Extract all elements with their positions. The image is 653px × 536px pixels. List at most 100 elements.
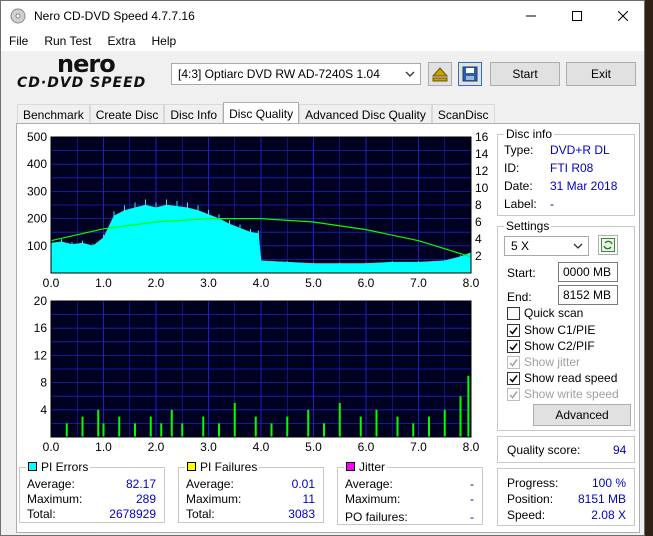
y2-tick-label: 2 xyxy=(475,249,482,263)
quality-score-value: 94 xyxy=(613,443,627,457)
checkbox-empty-icon xyxy=(507,306,520,320)
eject-icon xyxy=(431,67,449,82)
pi-errors-total: 2678929 xyxy=(109,507,156,521)
menu-file[interactable]: File xyxy=(1,34,36,48)
jitter-maximum-label: Maximum: xyxy=(345,492,401,506)
refresh-speed-button[interactable] xyxy=(598,235,618,255)
speed-select[interactable]: 5 X xyxy=(504,236,589,256)
y2-tick-label: 4 xyxy=(475,232,482,246)
disc-type-label: Type: xyxy=(504,143,534,157)
pi-errors-group: PI Errors Average: 82.17 Maximum: 289 To… xyxy=(19,460,165,523)
start-mb-input[interactable]: 0000 MB xyxy=(558,262,618,282)
y-tick-label: 100 xyxy=(27,239,47,253)
y-tick-label: 20 xyxy=(34,294,48,308)
pi-errors-title: PI Errors xyxy=(41,460,89,474)
checkmark-icon xyxy=(507,355,520,369)
pi-errors-total-label: Total: xyxy=(27,507,56,521)
eject-button[interactable] xyxy=(428,62,452,86)
pi-failures-bar xyxy=(359,416,362,437)
x-tick-label: 6.0 xyxy=(358,440,375,454)
tab-scandisc[interactable]: ScanDisc xyxy=(431,104,495,124)
end-label: End: xyxy=(507,290,532,304)
end-mb-input[interactable]: 8152 MB xyxy=(558,285,618,305)
po-failures-label: PO failures: xyxy=(345,510,408,524)
pi-failures-bar xyxy=(307,409,310,437)
show-c1-pie-label: Show C1/PIE xyxy=(524,323,596,337)
pi-failures-swatch xyxy=(187,462,196,471)
exit-button[interactable]: Exit xyxy=(566,62,636,86)
pi-failures-total-label: Total: xyxy=(186,507,215,521)
x-tick-label: 4.0 xyxy=(253,276,270,290)
show-c2-pif-checkbox[interactable]: Show C2/PIF xyxy=(507,339,595,353)
pi-failures-bar xyxy=(118,416,121,437)
pi-failures-bar xyxy=(396,416,399,437)
pi-failures-bar xyxy=(81,416,84,437)
pi-failures-bar xyxy=(202,416,205,437)
position-label: Position: xyxy=(507,492,554,506)
menu-run-test[interactable]: Run Test xyxy=(36,34,99,48)
show-c1-pie-checkbox[interactable]: Show C1/PIE xyxy=(507,323,595,337)
start-button[interactable]: Start xyxy=(490,62,560,86)
pi-failures-bar xyxy=(149,416,152,437)
pi-failures-bar xyxy=(65,423,68,437)
quick-scan-label: Quick scan xyxy=(524,306,584,320)
y2-tick-label: 8 xyxy=(475,198,482,212)
x-tick-label: 5.0 xyxy=(305,276,322,290)
position-value: 8151 MB xyxy=(577,492,626,506)
progress-value: 100 % xyxy=(591,476,626,490)
show-read-speed-checkbox[interactable]: Show read speed xyxy=(507,371,617,385)
tab-strip: Benchmark Create Disc Disc Info Disc Qua… xyxy=(17,102,495,124)
jitter-swatch xyxy=(346,462,355,471)
pi-failures-bar xyxy=(270,423,273,437)
checkmark-icon xyxy=(507,371,520,385)
menu-help[interactable]: Help xyxy=(144,34,185,48)
drive-select[interactable]: [4:3] Optiarc DVD RW AD-7240S 1.04 xyxy=(171,63,421,85)
disc-info-group: Disc info Type: DVD+R DL ID: FTI R08 Dat… xyxy=(497,127,635,216)
tab-benchmark[interactable]: Benchmark xyxy=(17,104,90,124)
y-tick-label: 12 xyxy=(34,348,48,362)
x-tick-label: 1.0 xyxy=(95,440,112,454)
pi-failures-bar xyxy=(467,375,470,437)
jitter-average: - xyxy=(470,477,474,491)
maximize-icon[interactable] xyxy=(554,1,600,31)
tab-disc-quality[interactable]: Disc Quality xyxy=(223,102,300,124)
checkmark-icon xyxy=(507,387,520,401)
pi-failures-bar xyxy=(181,423,184,437)
settings-title: Settings xyxy=(504,219,552,233)
chevron-down-icon xyxy=(573,243,583,249)
tab-disc-info[interactable]: Disc Info xyxy=(164,104,224,124)
pi-failures-bar xyxy=(459,396,462,437)
pi-failures-bar xyxy=(254,416,257,437)
advanced-button[interactable]: Advanced xyxy=(533,404,631,426)
show-write-speed-checkbox: Show write speed xyxy=(507,387,619,401)
pi-errors-average-label: Average: xyxy=(27,477,75,491)
speed-label: Speed: xyxy=(507,508,546,522)
x-tick-label: 4.0 xyxy=(253,440,270,454)
pi-failures-chart: 0.0 1.0 2.0 3.0 4.0 5.0 6.0 7.0 8.0 4 8 12 16 20 xyxy=(34,294,480,454)
jitter-maximum: - xyxy=(470,492,474,506)
quick-scan-checkbox[interactable]: Quick scan xyxy=(507,306,583,320)
y-tick-label: 8 xyxy=(40,376,47,390)
nero-logo: nero CD·DVD SPEED xyxy=(17,52,167,91)
x-tick-label: 0.0 xyxy=(43,276,60,290)
menu-extra[interactable]: Extra xyxy=(99,34,143,48)
y-tick-label: 400 xyxy=(27,157,47,171)
pi-failures-bar xyxy=(412,423,415,437)
window-title: Nero CD-DVD Speed 4.7.7.16 xyxy=(34,9,195,23)
pi-failures-bar xyxy=(218,423,220,437)
x-tick-label: 0.0 xyxy=(43,440,60,454)
jitter-title: Jitter xyxy=(359,460,386,474)
tab-advanced-disc-quality[interactable]: Advanced Disc Quality xyxy=(299,104,432,124)
drive-select-value: [4:3] Optiarc DVD RW AD-7240S 1.04 xyxy=(178,67,380,81)
y2-tick-label: 10 xyxy=(475,181,489,195)
disc-label-label: Label: xyxy=(504,197,537,211)
minimize-icon[interactable] xyxy=(508,1,554,31)
x-tick-label: 2.0 xyxy=(148,440,165,454)
save-button[interactable] xyxy=(458,62,482,86)
pi-failures-bar xyxy=(102,423,105,437)
close-icon[interactable] xyxy=(600,1,646,31)
x-tick-label: 8.0 xyxy=(463,440,480,454)
y-tick-label: 500 xyxy=(27,130,47,144)
tab-create-disc[interactable]: Create Disc xyxy=(89,104,165,124)
pi-failures-bar xyxy=(134,423,136,437)
